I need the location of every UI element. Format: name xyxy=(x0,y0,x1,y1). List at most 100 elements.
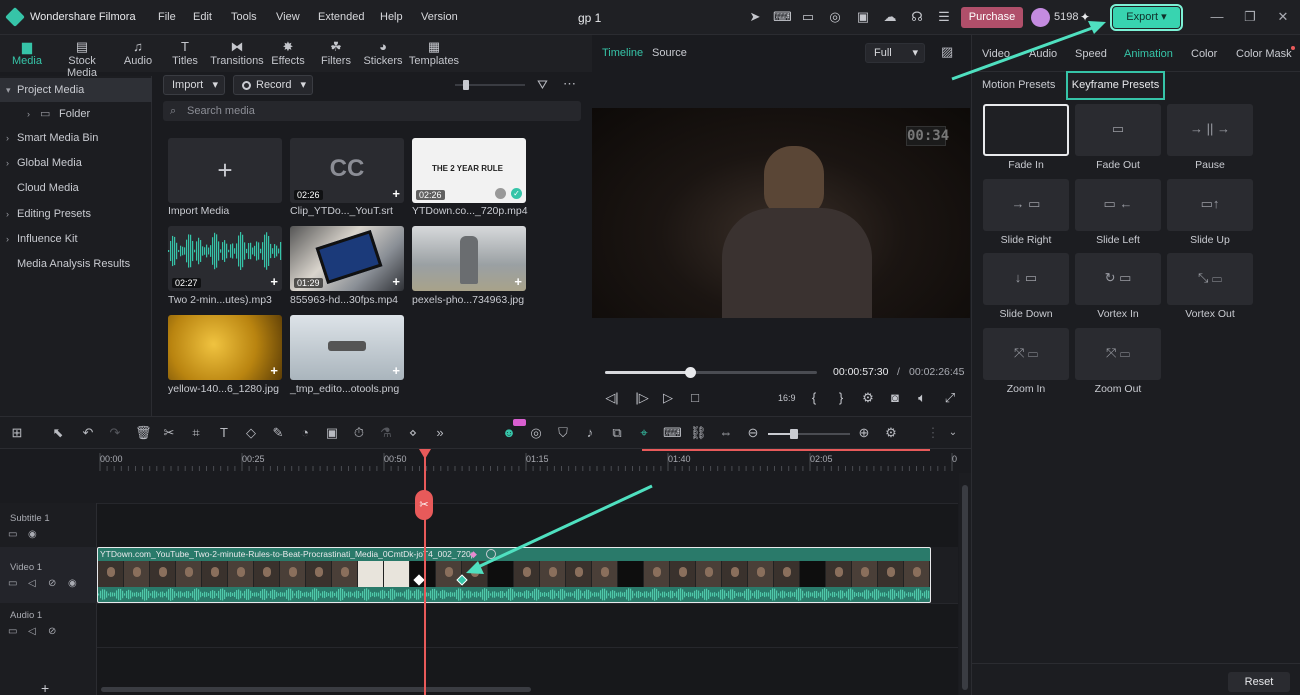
color-match-icon[interactable]: ✎ xyxy=(270,425,286,441)
aspect-ratio-icon[interactable]: 16:9 xyxy=(778,390,796,406)
zoom-in-icon[interactable]: ⊕ xyxy=(856,425,872,441)
menu-edit[interactable]: Edit xyxy=(193,11,212,23)
tab-titles[interactable]: T Titles xyxy=(159,38,211,67)
sidebar-item-editing-presets[interactable]: › Editing Presets xyxy=(0,202,152,226)
eye-icon[interactable]: ◉ xyxy=(28,529,37,540)
split-icon[interactable]: ✂ xyxy=(161,425,177,441)
sidebar-item-cloud-media[interactable]: Cloud Media xyxy=(0,176,152,200)
media-item-drone-png[interactable]: + xyxy=(290,315,404,380)
video-clip[interactable]: YTDown.com_YouTube_Two-2-minute-Rules-to… xyxy=(97,547,931,603)
timer-icon[interactable]: ⏱ xyxy=(351,425,367,441)
mask-icon[interactable]: ▣ xyxy=(324,425,340,441)
menu-tools[interactable]: Tools xyxy=(231,11,257,23)
cloud-icon[interactable]: ☁ xyxy=(882,9,898,25)
folder-icon[interactable]: ▭ xyxy=(8,626,17,637)
delete-icon[interactable]: 🗑︎ xyxy=(135,425,152,441)
crop-icon[interactable]: ⌗ xyxy=(188,425,204,441)
playback-progress-bar[interactable] xyxy=(605,367,817,378)
purchase-button[interactable]: Purchase xyxy=(961,7,1023,28)
media-item-yellow-photo[interactable]: + xyxy=(168,315,282,380)
preset-slide-left[interactable]: ▭ ← xyxy=(1075,178,1161,231)
sidebar-item-global-media[interactable]: › Global Media xyxy=(0,151,152,175)
preset-fade-in[interactable] xyxy=(983,104,1069,156)
media-item-tablet-video[interactable]: 01:29 + xyxy=(290,226,404,291)
folder-icon[interactable]: ▭ xyxy=(8,578,17,589)
record-dropdown[interactable]: Record ▾ xyxy=(233,75,313,95)
menu-extended[interactable]: Extended xyxy=(318,11,364,23)
lock-icon[interactable]: ⊘ xyxy=(48,578,56,589)
preset-slide-right[interactable]: → ▭ xyxy=(983,178,1069,231)
preset-fade-out[interactable]: ▭ xyxy=(1075,104,1161,156)
layout-icon[interactable]: ▭ xyxy=(800,9,816,25)
horizontal-scrollbar[interactable] xyxy=(101,687,531,692)
export-button[interactable]: Export ▾ xyxy=(1110,4,1183,31)
ai-copilot-icon[interactable]: ☻ xyxy=(501,425,517,441)
unlink-icon[interactable]: ⛓ xyxy=(690,425,707,441)
filter-icon[interactable]: ⛛ xyxy=(537,77,548,93)
import-dropdown[interactable]: Import ▾ xyxy=(163,75,225,95)
add-icon[interactable]: + xyxy=(392,274,400,289)
fit-icon[interactable]: ⇔ xyxy=(718,425,734,441)
keyframe-icon[interactable]: ⋄ xyxy=(405,425,421,441)
tab-color[interactable]: Color xyxy=(1191,48,1217,60)
thumb-size-slider[interactable] xyxy=(455,80,525,90)
subtab-keyframe-presets[interactable]: Keyframe Presets xyxy=(1066,71,1165,100)
caption-icon[interactable]: ⌨ xyxy=(663,425,682,441)
tab-stickers[interactable]: ◕ Stickers xyxy=(357,38,409,67)
timeline-settings-icon[interactable]: ⚙ xyxy=(883,425,899,441)
volume-icon[interactable]: 🔈︎ xyxy=(914,390,930,406)
ai-icon[interactable]: ⚗ xyxy=(378,425,394,441)
preset-vortex-out[interactable]: ⤡ ▭ xyxy=(1167,253,1253,305)
folder-icon[interactable]: ▭ xyxy=(8,529,17,540)
fullscreen-icon[interactable]: ⤢ xyxy=(942,390,958,406)
shape-icon[interactable]: ◇ xyxy=(243,425,259,441)
chevron-down-icon[interactable]: ⌄ xyxy=(945,425,961,441)
progress-handle[interactable] xyxy=(684,367,696,378)
drag-handle-icon[interactable]: ⋮ xyxy=(925,425,941,441)
zoom-out-icon[interactable]: ⊖ xyxy=(745,425,761,441)
slider-handle[interactable] xyxy=(463,80,469,90)
tab-effects[interactable]: ✸ Effects xyxy=(262,38,314,67)
media-item-video[interactable]: THE 2 YEAR RULE 02:26 ✓ xyxy=(412,138,526,203)
tab-audio-props[interactable]: Audio xyxy=(1029,48,1057,60)
speaker-icon[interactable]: ◁ xyxy=(28,626,36,637)
text-icon[interactable]: T xyxy=(216,425,232,441)
speed-icon[interactable]: ◔ xyxy=(297,425,313,441)
lock-icon[interactable]: ⊘ xyxy=(48,626,56,637)
tab-source[interactable]: Source xyxy=(652,47,687,59)
zoom-handle[interactable] xyxy=(790,429,798,439)
tab-color-mask[interactable]: Color Mask xyxy=(1236,48,1292,60)
menu-help[interactable]: Help xyxy=(380,11,403,23)
redo-icon[interactable]: ↷ xyxy=(107,425,123,441)
audio-mixer-icon[interactable]: ♪ xyxy=(582,425,598,441)
headset-icon[interactable]: ◎ xyxy=(827,9,843,25)
snap-icon[interactable]: ⌖ xyxy=(636,425,652,441)
tab-timeline[interactable]: Timeline xyxy=(602,47,643,59)
tab-video[interactable]: Video xyxy=(982,48,1010,60)
tab-media[interactable]: ▆ Media xyxy=(1,38,53,67)
timeline-zoom-slider[interactable] xyxy=(768,429,850,439)
sidebar-item-smart-media-bin[interactable]: › Smart Media Bin xyxy=(0,126,152,150)
tab-speed[interactable]: Speed xyxy=(1075,48,1107,60)
preset-zoom-out[interactable]: ⤧ ▭ xyxy=(1075,327,1161,380)
menu-version[interactable]: Version xyxy=(421,11,458,23)
preset-slide-down[interactable]: ↓ ▭ xyxy=(983,253,1069,305)
next-frame-icon[interactable]: |▷ xyxy=(634,390,650,406)
snapshot-icon[interactable]: ◙ xyxy=(887,390,903,406)
reset-button[interactable]: Reset xyxy=(1228,672,1290,692)
menu-file[interactable]: File xyxy=(158,11,176,23)
mark-in-icon[interactable]: { xyxy=(806,390,822,406)
add-track-icon[interactable]: + xyxy=(41,680,49,695)
media-item-drone-photo[interactable]: + xyxy=(412,226,526,291)
import-media-tile[interactable]: + xyxy=(168,138,282,203)
close-icon[interactable]: ✕ xyxy=(1275,9,1291,25)
media-item-srt[interactable]: CC 02:26 + xyxy=(290,138,404,203)
zoom-dropdown[interactable]: Full ▾ xyxy=(865,43,925,63)
mark-out-icon[interactable]: } xyxy=(833,390,849,406)
add-icon[interactable]: + xyxy=(270,274,278,289)
split-scissors-icon[interactable]: ✂ xyxy=(415,490,433,520)
tab-audio[interactable]: ♫ Audio xyxy=(112,38,164,67)
preset-zoom-in[interactable]: ⤧ ▭ xyxy=(983,327,1069,380)
add-icon[interactable]: + xyxy=(270,363,278,378)
search-input[interactable]: ⌕ Search media xyxy=(163,101,581,121)
